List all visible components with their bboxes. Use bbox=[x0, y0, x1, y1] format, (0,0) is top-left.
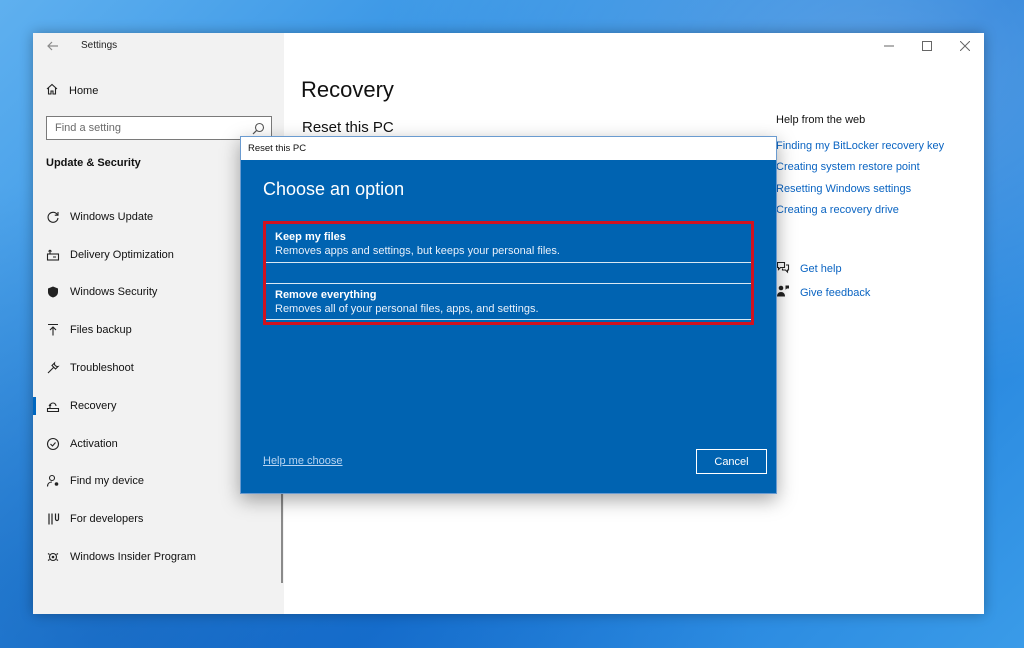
home-icon bbox=[45, 82, 59, 101]
option-description: Removes apps and settings, but keeps you… bbox=[275, 245, 560, 257]
sidebar-item-label: For developers bbox=[70, 513, 144, 526]
sidebar-item-label: Find my device bbox=[70, 475, 144, 488]
sidebar-item-label: Files backup bbox=[70, 324, 132, 337]
page-title: Recovery bbox=[301, 77, 394, 102]
option-keep-my-files[interactable]: Keep my files Removes apps and settings,… bbox=[266, 226, 751, 263]
sidebar-item-home[interactable]: Home bbox=[45, 81, 98, 101]
insider-icon bbox=[45, 549, 61, 565]
close-icon bbox=[960, 41, 970, 51]
reset-pc-dialog: Reset this PC Choose an option Keep my f… bbox=[240, 136, 777, 494]
maximize-icon bbox=[922, 41, 932, 51]
sidebar-item-label: Windows Insider Program bbox=[70, 551, 196, 564]
search-box[interactable] bbox=[46, 116, 272, 140]
delivery-icon bbox=[45, 247, 61, 263]
section-heading: Update & Security bbox=[46, 157, 141, 169]
section-title: Reset this PC bbox=[302, 119, 394, 136]
upload-arrow-icon bbox=[45, 322, 61, 338]
developer-icon bbox=[45, 511, 61, 527]
search-icon[interactable] bbox=[252, 122, 265, 135]
option-description: Removes all of your personal files, apps… bbox=[275, 303, 539, 315]
sidebar-item-label: Activation bbox=[70, 437, 118, 450]
get-help-label: Get help bbox=[800, 263, 842, 275]
help-link-resetting-windows[interactable]: Resetting Windows settings bbox=[776, 183, 976, 204]
help-panel: Help from the web Finding my BitLocker r… bbox=[776, 114, 976, 225]
give-feedback-link[interactable]: Give feedback bbox=[776, 281, 870, 305]
help-link-bitlocker[interactable]: Finding my BitLocker recovery key bbox=[776, 140, 976, 161]
help-heading: Help from the web bbox=[776, 114, 866, 126]
dialog-titlebar[interactable]: Reset this PC bbox=[241, 137, 776, 160]
minimize-button[interactable] bbox=[870, 33, 908, 59]
give-feedback-label: Give feedback bbox=[800, 287, 871, 299]
recovery-icon bbox=[45, 398, 61, 414]
refresh-icon bbox=[45, 209, 61, 225]
back-arrow-icon[interactable] bbox=[46, 39, 60, 53]
sidebar-item-label: Windows Security bbox=[70, 286, 158, 299]
sidebar-item-label: Recovery bbox=[70, 399, 117, 412]
help-link-recovery-drive[interactable]: Creating a recovery drive bbox=[776, 204, 976, 225]
sidebar-item-label: Troubleshoot bbox=[70, 362, 134, 375]
close-button[interactable] bbox=[946, 33, 984, 59]
sidebar-item-label: Delivery Optimization bbox=[70, 248, 174, 261]
chat-help-icon bbox=[776, 260, 790, 279]
dialog-heading: Choose an option bbox=[263, 179, 405, 199]
option-title: Remove everything bbox=[275, 289, 377, 301]
shield-icon bbox=[45, 284, 61, 300]
app-title: Settings bbox=[81, 40, 118, 51]
window-controls bbox=[870, 33, 984, 59]
person-location-icon bbox=[45, 473, 61, 489]
search-input[interactable] bbox=[47, 117, 247, 139]
option-remove-everything[interactable]: Remove everything Removes all of your pe… bbox=[266, 283, 751, 320]
sidebar-item-label: Windows Update bbox=[70, 210, 154, 223]
maximize-button[interactable] bbox=[908, 33, 946, 59]
home-label: Home bbox=[69, 85, 99, 97]
dialog-title: Reset this PC bbox=[248, 143, 307, 154]
sidebar-item-windows-insider-program[interactable]: Windows Insider Program bbox=[33, 538, 284, 576]
option-title: Keep my files bbox=[275, 231, 346, 243]
cancel-button[interactable]: Cancel bbox=[696, 449, 767, 474]
help-me-choose-link[interactable]: Help me choose bbox=[263, 455, 343, 467]
minimize-icon bbox=[884, 45, 894, 47]
feedback-icon bbox=[776, 284, 790, 303]
sidebar-scrollbar[interactable] bbox=[281, 493, 283, 583]
help-actions: Get help Give feedback bbox=[776, 257, 870, 305]
get-help-link[interactable]: Get help bbox=[776, 257, 870, 281]
sidebar-item-for-developers[interactable]: For developers bbox=[33, 500, 284, 538]
wrench-icon bbox=[45, 360, 61, 376]
check-circle-icon bbox=[45, 436, 61, 452]
help-link-restore-point[interactable]: Creating system restore point bbox=[776, 161, 976, 182]
